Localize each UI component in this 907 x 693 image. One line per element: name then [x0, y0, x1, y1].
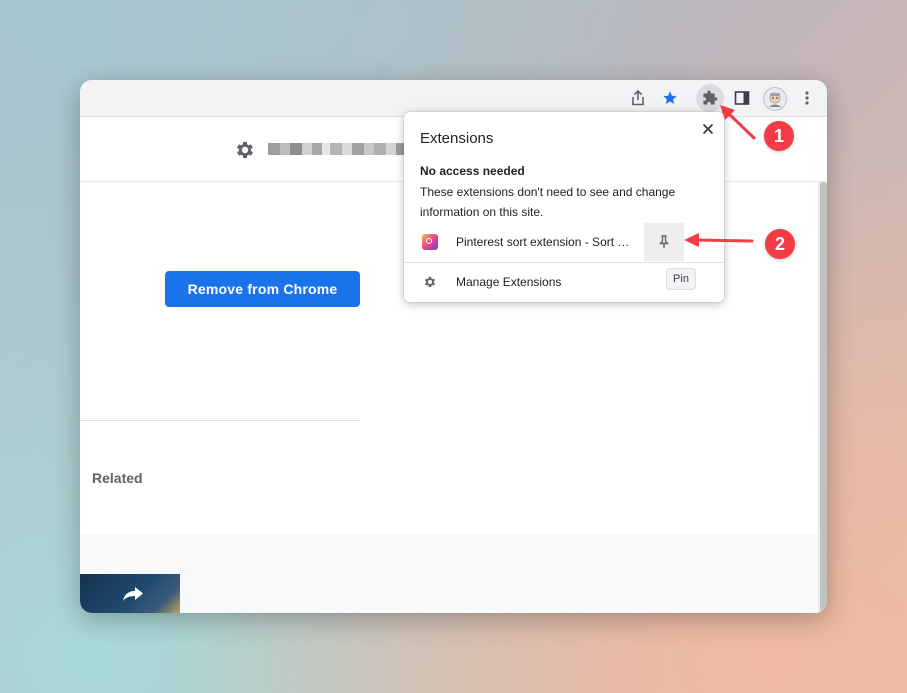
share-arrow-icon: [123, 587, 143, 601]
annotation-badge-1: 1: [764, 121, 794, 151]
annotation-badge-2: 2: [765, 229, 795, 259]
page-scrollbar[interactable]: [818, 182, 827, 613]
pin-tooltip: Pin: [666, 268, 696, 290]
no-access-description: These extensions don't need to see and c…: [420, 185, 676, 219]
profile-avatar[interactable]: [763, 87, 787, 111]
manage-extensions-label: Manage Extensions: [456, 275, 562, 289]
extensions-puzzle-icon[interactable]: [696, 84, 724, 112]
related-carousel: [80, 534, 818, 613]
section-divider: [80, 420, 360, 421]
related-thumbnail[interactable]: [80, 574, 180, 613]
popup-title: Extensions: [420, 130, 494, 147]
gear-icon: [423, 275, 437, 294]
close-icon[interactable]: [699, 120, 717, 138]
scrollbar-thumb[interactable]: [820, 182, 827, 612]
remove-from-chrome-button[interactable]: Remove from Chrome: [165, 271, 360, 307]
pinterest-sort-logo: [422, 234, 438, 250]
share-icon[interactable]: [627, 87, 649, 109]
extension-item[interactable]: Pinterest sort extension - Sort by popul…: [404, 223, 724, 261]
gear-icon: [234, 139, 256, 166]
pin-icon[interactable]: [644, 223, 684, 261]
bookmark-star-icon[interactable]: [659, 87, 681, 109]
more-vert-icon[interactable]: [796, 87, 818, 109]
no-access-heading: No access needed: [420, 164, 525, 178]
related-heading: Related: [92, 470, 143, 486]
extension-name: Pinterest sort extension - Sort by popul…: [456, 235, 636, 249]
side-panel-icon[interactable]: [731, 87, 753, 109]
